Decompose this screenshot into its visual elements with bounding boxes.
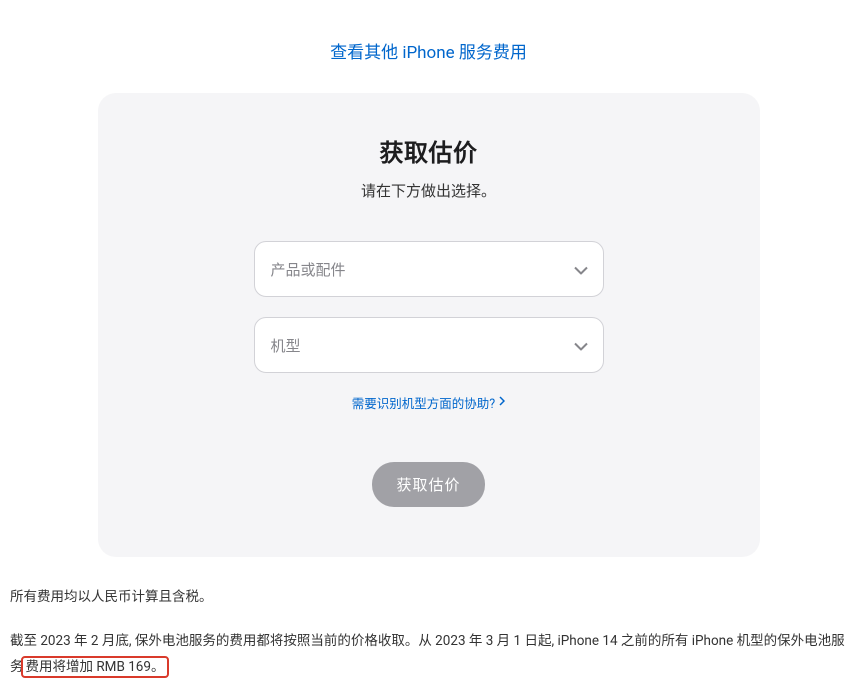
footer-price-note: 截至 2023 年 2 月底, 保外电池服务的费用都将按照当前的价格收取。从 2… — [10, 629, 847, 680]
view-other-services-link[interactable]: 查看其他 iPhone 服务费用 — [330, 43, 527, 63]
estimate-card: 获取估价 请在下方做出选择。 产品或配件 机型 需要识别机型方面的协助? 获取估… — [98, 93, 760, 557]
footer-tax-note: 所有费用均以人民币计算且含税。 — [10, 585, 847, 605]
chevron-right-icon — [499, 395, 505, 410]
model-select[interactable]: 机型 — [254, 317, 604, 373]
card-title: 获取估价 — [128, 133, 730, 168]
identify-model-help-link[interactable]: 需要识别机型方面的协助? — [352, 393, 505, 412]
help-link-label: 需要识别机型方面的协助? — [352, 393, 495, 412]
product-select[interactable]: 产品或配件 — [254, 241, 604, 297]
footer-notes: 所有费用均以人民币计算且含税。 截至 2023 年 2 月底, 保外电池服务的费… — [0, 557, 857, 680]
footer-price-highlight: 费用将增加 RMB 169。 — [21, 656, 170, 678]
get-estimate-button[interactable]: 获取估价 — [372, 462, 484, 507]
card-subtitle: 请在下方做出选择。 — [128, 180, 730, 201]
